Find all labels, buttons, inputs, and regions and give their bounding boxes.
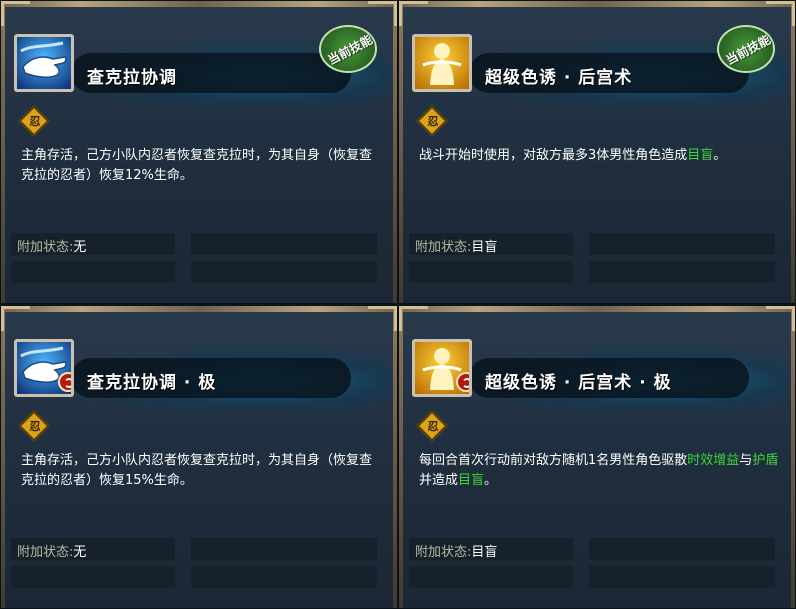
keyword-timed-buff: 时效增益 <box>687 453 740 468</box>
chakra-hand-icon[interactable] <box>14 339 74 397</box>
frame-corner-right <box>368 1 397 26</box>
skill-name: 超级色诱 · 后宫术 <box>485 68 633 88</box>
panel-frame-right <box>791 306 795 608</box>
desc-text: 与 <box>739 453 753 468</box>
attached-status-value: 无 <box>73 240 87 255</box>
panel-frame-left <box>399 306 403 608</box>
panel-frame-left <box>399 1 403 303</box>
attached-status-label: 附加状态: <box>17 240 74 255</box>
panel-frame-top <box>1 306 397 312</box>
skill-panel-harem-jutsu-ultimate: 超级色诱 · 后宫术 · 极 忍 每回合首次行动前对敌方随机1名男性角色驱散时效… <box>398 305 796 609</box>
keyword-shield: 护盾 <box>752 453 779 468</box>
skill-panel-harem-jutsu: 超级色诱 · 后宫术 当前技能 忍 战斗开始时使用，对敌方最多3体男性角色造成目… <box>398 0 796 304</box>
ninjutsu-type-label: 忍 <box>427 115 439 128</box>
status-slot <box>589 566 775 588</box>
frame-corner-right <box>368 306 397 331</box>
panel-frame-left <box>1 306 5 608</box>
skill-panel-chakra-coordination-ultimate: 查克拉协调 · 极 忍 主角存活，己方小队内忍者恢复查克拉时，为其自身（恢复查克… <box>0 305 398 609</box>
status-slot <box>11 261 175 283</box>
attached-status-label: 附加状态: <box>415 240 472 255</box>
status-slot <box>191 566 377 588</box>
status-slot <box>191 233 377 255</box>
skill-description: 主角存活，己方小队内忍者恢复查克拉时，为其自身（恢复查克拉的忍者）恢复15%生命… <box>21 453 373 488</box>
attached-status-label: 附加状态: <box>415 545 472 560</box>
panel-frame-top <box>399 1 795 7</box>
attached-status: 附加状态:目盲 <box>415 236 497 255</box>
attached-status-value: 目盲 <box>471 240 498 255</box>
skill-name: 超级色诱 · 后宫术 · 极 <box>485 373 672 393</box>
attached-status: 附加状态:无 <box>17 541 86 560</box>
status-slot <box>191 261 377 283</box>
attached-status-value: 目盲 <box>471 545 498 560</box>
skill-description: 每回合首次行动前对敌方随机1名男性角色驱散时效增益与护盾并造成目盲。 <box>419 451 781 491</box>
keyword-blind: 目盲 <box>687 148 714 163</box>
frame-corner-left <box>1 306 30 331</box>
ultimate-rank-icon <box>456 372 469 392</box>
frame-corner-left <box>399 306 428 331</box>
skill-comparison-grid: 查克拉协调 当前技能 忍 主角存活，己方小队内忍者恢复查克拉时，为其自身（恢复查… <box>0 0 796 609</box>
attached-status-label: 附加状态: <box>17 545 74 560</box>
panel-frame-right <box>393 1 397 303</box>
desc-text: 。 <box>713 148 727 163</box>
panel-frame-right <box>791 1 795 303</box>
panel-frame-right <box>393 306 397 608</box>
skill-name: 查克拉协调 <box>87 68 177 88</box>
status-slot <box>11 566 175 588</box>
skill-description: 主角存活，己方小队内忍者恢复查克拉时，为其自身（恢复查克拉的忍者）恢复12%生命… <box>21 148 373 183</box>
status-slot <box>409 566 573 588</box>
keyword-blind: 目盲 <box>458 473 485 488</box>
status-slot <box>409 261 573 283</box>
current-skill-badge: 当前技能 <box>717 25 775 73</box>
panel-frame-top <box>1 1 397 7</box>
ninjutsu-type-label: 忍 <box>29 115 41 128</box>
attached-status: 附加状态:无 <box>17 236 86 255</box>
harem-jutsu-icon[interactable] <box>412 34 472 92</box>
chakra-hand-icon[interactable] <box>14 34 74 92</box>
frame-corner-left <box>399 1 428 26</box>
attached-status-value: 无 <box>73 545 87 560</box>
panel-frame-left <box>1 1 5 303</box>
attached-status: 附加状态:目盲 <box>415 541 497 560</box>
frame-corner-left <box>1 1 30 26</box>
desc-text: 战斗开始时使用，对敌方最多3体男性角色造成 <box>419 148 688 163</box>
status-slot <box>589 261 775 283</box>
frame-corner-right <box>766 306 795 331</box>
status-slot <box>589 538 775 560</box>
current-skill-badge: 当前技能 <box>319 25 377 73</box>
harem-jutsu-icon[interactable] <box>412 339 472 397</box>
skill-name: 查克拉协调 · 极 <box>87 373 217 393</box>
status-slot <box>191 538 377 560</box>
skill-panel-chakra-coordination: 查克拉协调 当前技能 忍 主角存活，己方小队内忍者恢复查克拉时，为其自身（恢复查… <box>0 0 398 304</box>
ultimate-rank-icon <box>58 372 71 392</box>
ninjutsu-type-label: 忍 <box>427 420 439 433</box>
skill-description: 战斗开始时使用，对敌方最多3体男性角色造成目盲。 <box>419 146 781 166</box>
desc-text: 每回合首次行动前对敌方随机1名男性角色驱散 <box>419 453 688 468</box>
status-slot <box>589 233 775 255</box>
desc-text: 并造成 <box>419 473 459 488</box>
desc-text: 。 <box>484 473 498 488</box>
panel-frame-top <box>399 306 795 312</box>
ninjutsu-type-label: 忍 <box>29 420 41 433</box>
frame-corner-right <box>766 1 795 26</box>
